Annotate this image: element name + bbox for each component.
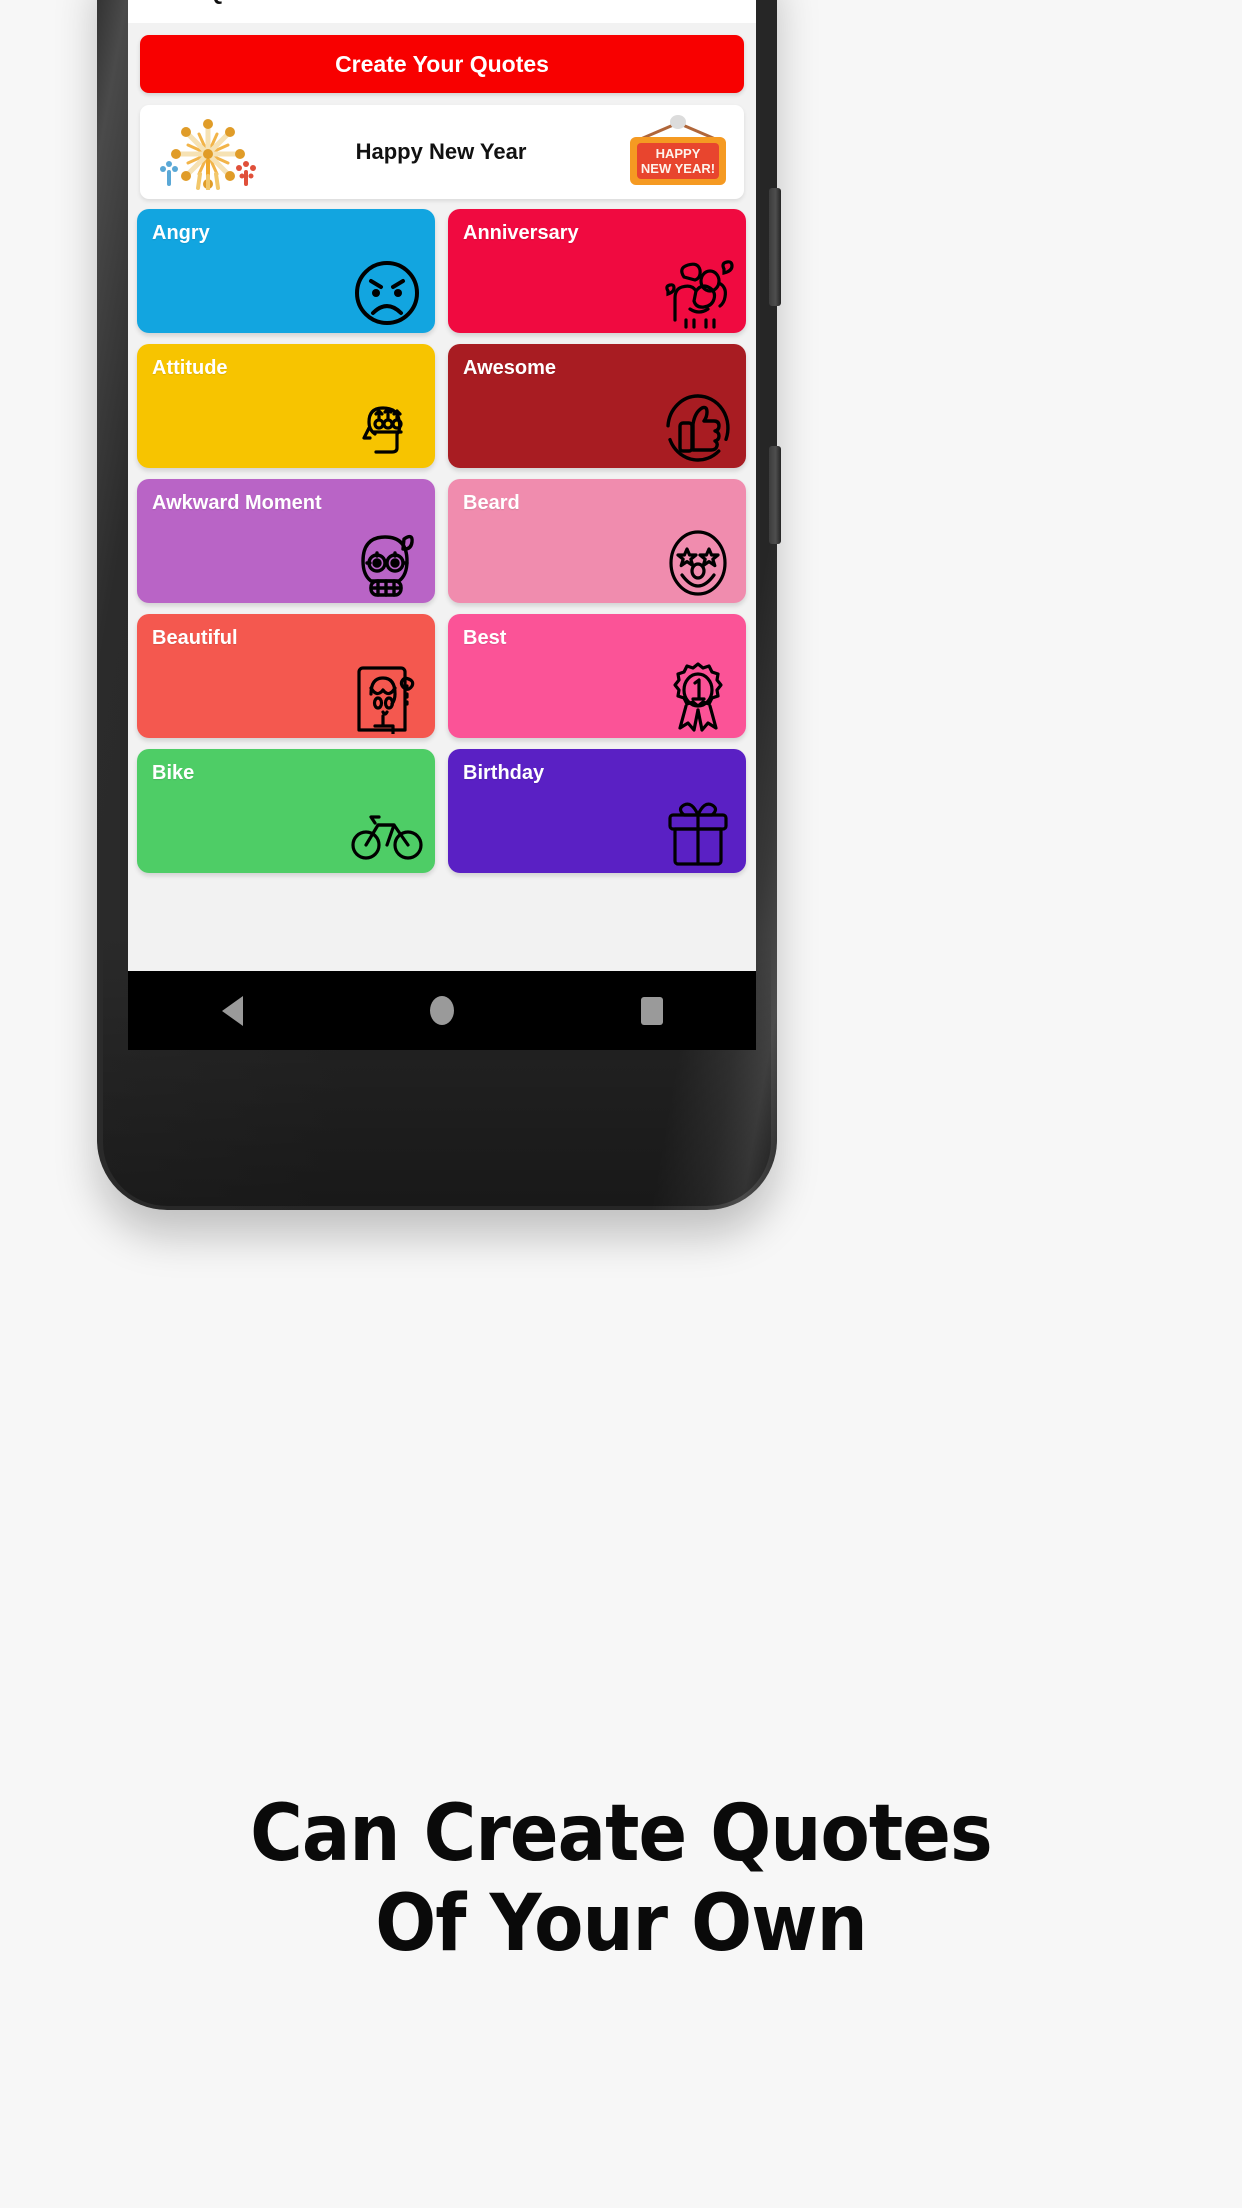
- category-label: Angry: [152, 222, 210, 244]
- angry-face-icon: [349, 253, 425, 329]
- category-grid: Angry Anniversary Attitude Awesome Awkwa…: [137, 209, 747, 873]
- phone-device: Best Quotes & Status Create Your Quotes: [97, 0, 781, 1210]
- back-icon[interactable]: [221, 995, 243, 1026]
- sign-line-2: NEW YEAR!: [641, 161, 715, 176]
- caption-line-1: Can Create Quotes: [250, 1789, 993, 1879]
- category-tile-awesome[interactable]: Awesome: [448, 344, 746, 468]
- category-tile-birthday[interactable]: Birthday: [448, 749, 746, 873]
- caption-line-2: Of Your Own: [375, 1878, 868, 1969]
- create-quotes-label: Create Your Quotes: [335, 50, 549, 77]
- recents-icon[interactable]: [640, 996, 663, 1025]
- bike-icon: [349, 793, 425, 869]
- promo-title: Happy New Year: [355, 139, 527, 164]
- fireworks-icon: [156, 114, 260, 191]
- category-label: Beard: [463, 492, 520, 514]
- category-tile-awkward-moment[interactable]: Awkward Moment: [137, 479, 435, 603]
- shocked-face-icon: [349, 523, 425, 599]
- power-button[interactable]: [769, 446, 781, 544]
- promo-caption: Can Create Quotes Of Your Own: [50, 1789, 1193, 1969]
- gift-icon: [660, 793, 736, 869]
- sign-line-1: HAPPY: [656, 146, 701, 161]
- hanging-sign-icon: HAPPY NEW YEAR!: [622, 113, 734, 191]
- category-label: Best: [463, 627, 507, 649]
- woman-portrait-icon: [349, 658, 425, 734]
- create-quotes-button[interactable]: Create Your Quotes: [140, 35, 744, 93]
- category-tile-beautiful[interactable]: Beautiful: [137, 614, 435, 738]
- app-bar: Best Quotes & Status: [128, 0, 756, 23]
- category-tile-best[interactable]: Best: [448, 614, 746, 738]
- category-label: Bike: [152, 762, 195, 784]
- category-label: Birthday: [463, 762, 545, 784]
- page-title: Best Quotes & Status: [151, 0, 382, 5]
- couple-hearts-icon: [660, 253, 736, 329]
- category-tile-beard[interactable]: Beard: [448, 479, 746, 603]
- home-icon[interactable]: [429, 996, 454, 1025]
- promo-screenshot: Best Quotes & Status Create Your Quotes: [0, 0, 1242, 2208]
- happy-new-year-banner[interactable]: Happy New Year HAPPY NEW YEAR!: [140, 105, 744, 199]
- category-label: Awesome: [463, 357, 557, 379]
- category-label: Beautiful: [152, 627, 238, 649]
- category-label: Awkward Moment: [152, 492, 322, 514]
- phone-screen: Best Quotes & Status Create Your Quotes: [128, 0, 756, 1050]
- category-tile-attitude[interactable]: Attitude: [137, 344, 435, 468]
- android-navigation-bar: [128, 971, 756, 1050]
- app-scroll-area[interactable]: Best Quotes & Status Create Your Quotes: [128, 0, 756, 971]
- thumbs-up-icon: [660, 388, 736, 464]
- volume-button[interactable]: [769, 188, 781, 306]
- category-tile-angry[interactable]: Angry: [137, 209, 435, 333]
- category-label: Attitude: [152, 357, 228, 379]
- first-place-ribbon-icon: [660, 658, 736, 734]
- crowned-head-icon: [349, 388, 425, 464]
- star-eyes-face-icon: [660, 523, 736, 599]
- category-tile-bike[interactable]: Bike: [137, 749, 435, 873]
- category-label: Anniversary: [463, 222, 579, 244]
- category-tile-anniversary[interactable]: Anniversary: [448, 209, 746, 333]
